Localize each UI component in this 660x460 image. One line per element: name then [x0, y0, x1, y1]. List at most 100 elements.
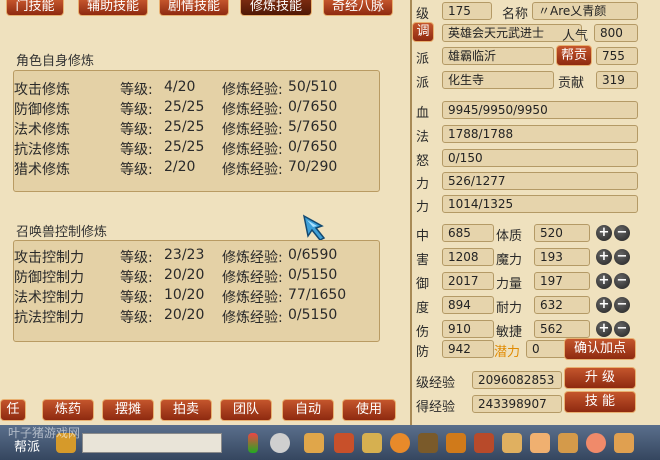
title-button[interactable]: 调 [412, 22, 434, 42]
cultivation-row[interactable]: 法术控制力 等级: 10/20 修炼经验: 77/1650 [14, 287, 381, 307]
tab-story-skills[interactable]: 剧情技能 [159, 0, 229, 16]
exp-label: 修炼经验: [222, 270, 283, 286]
attribute-value: 193 [534, 248, 590, 266]
minus-icon[interactable]: − [614, 273, 630, 289]
cultivation-row[interactable]: 猎术修炼 等级: 2/20 修炼经验: 70/290 [14, 159, 381, 179]
faction-contribution-button[interactable]: 帮贡 [556, 45, 592, 66]
level-label: 等级: [120, 82, 153, 98]
upgrade-button[interactable]: 升 级 [564, 367, 636, 389]
exp-label: 修炼经验: [222, 122, 283, 138]
watermark-text: 叶子猪游戏网 [8, 426, 81, 440]
mail-icon[interactable] [502, 433, 522, 453]
level-value: 175 [442, 2, 492, 20]
cultivation-row[interactable]: 攻击控制力 等级: 23/23 修炼经验: 0/6590 [14, 247, 381, 267]
level-label: 等级: [120, 142, 153, 158]
exp-value: 0/7650 [288, 99, 338, 115]
attribute-value: 197 [534, 272, 590, 290]
upgrade-exp-label: 级经验 [416, 376, 456, 391]
exp-label: 修炼经验: [222, 162, 283, 178]
action-button[interactable]: 拍卖 [160, 399, 212, 421]
skills-button[interactable]: 技 能 [564, 391, 636, 413]
cultivation-name: 抗法修炼 [14, 142, 70, 158]
cultivation-name: 猎术修炼 [14, 162, 70, 178]
item-bag-icon[interactable] [362, 433, 382, 453]
stat-value: 894 [442, 296, 494, 314]
exp-value: 50/510 [288, 79, 338, 95]
mp-label: 法 [416, 130, 430, 145]
level-value: 2/20 [164, 159, 196, 175]
plus-icon[interactable]: + [596, 297, 612, 313]
attribute-label: 魔力 [496, 253, 523, 268]
pet-icon[interactable] [446, 433, 466, 453]
cultivation-row[interactable]: 攻击修炼 等级: 4/20 修炼经验: 50/510 [14, 79, 381, 99]
level-value: 23/23 [164, 247, 205, 263]
chat-input[interactable] [82, 433, 222, 453]
confirm-points-button[interactable]: 确认加点 [564, 338, 636, 360]
cultivation-row[interactable]: 法术修炼 等级: 25/25 修炼经验: 5/7650 [14, 119, 381, 139]
cultivation-row[interactable]: 抗法控制力 等级: 20/20 修炼经验: 0/5150 [14, 307, 381, 327]
title-value: 英雄会天元武进士 [442, 24, 582, 42]
contribution-value: 755 [596, 47, 638, 65]
plus-icon[interactable]: + [596, 273, 612, 289]
faction-value: 雄霸临沂 [442, 47, 554, 65]
cultivation-name: 法术控制力 [14, 290, 84, 306]
level-label: 级 [416, 7, 430, 22]
self-cultivation-title: 角色自身修炼 [16, 54, 95, 69]
merit-label: 贡献 [558, 76, 585, 91]
pet-face-icon[interactable] [270, 433, 290, 453]
school-label: 派 [416, 76, 430, 91]
minus-icon[interactable]: − [614, 321, 630, 337]
minus-icon[interactable]: − [614, 297, 630, 313]
minus-icon[interactable]: − [614, 249, 630, 265]
level-value: 25/25 [164, 99, 205, 115]
stat-label: 度 [416, 301, 430, 316]
exp-label: 修炼经验: [222, 142, 283, 158]
stat-label: 害 [416, 253, 430, 268]
action-button[interactable]: 使用 [342, 399, 396, 421]
school-value: 化生寺 [442, 71, 554, 89]
attribute-label: 敏捷 [496, 325, 523, 340]
action-button[interactable]: 自动 [282, 399, 334, 421]
cultivation-row[interactable]: 防御控制力 等级: 20/20 修炼经验: 0/5150 [14, 267, 381, 287]
attack-icon[interactable] [304, 433, 324, 453]
tab-school-skills[interactable]: 门技能 [6, 0, 64, 16]
friends-icon[interactable] [418, 433, 438, 453]
peach-icon[interactable] [586, 433, 606, 453]
hp-value: 9945/9950/9950 [442, 101, 638, 119]
cultivation-name: 防御控制力 [14, 270, 84, 286]
stat-value: 910 [442, 320, 494, 338]
name-value: 〃Are乂青颜 [532, 2, 638, 20]
signal-indicator-icon [248, 433, 258, 453]
system-icon[interactable] [614, 433, 634, 453]
attribute-value: 632 [534, 296, 590, 314]
faction-label: 派 [416, 52, 430, 67]
level-value: 20/20 [164, 307, 205, 323]
attribute-label: 体质 [496, 229, 523, 244]
exp-value: 77/1650 [288, 287, 347, 303]
action-button[interactable]: 任 [0, 399, 26, 421]
cultivation-row[interactable]: 抗法修炼 等级: 25/25 修炼经验: 0/7650 [14, 139, 381, 159]
energy-label: 力 [416, 200, 430, 215]
tab-meridians[interactable]: 奇经八脉 [323, 0, 393, 16]
gift-icon[interactable] [390, 433, 410, 453]
game-taskbar: 帮派 [0, 425, 660, 460]
popularity-label: 人气 [562, 29, 589, 44]
action-button[interactable]: 团队 [220, 399, 272, 421]
treasure-chest-icon[interactable] [334, 433, 354, 453]
cultivation-row[interactable]: 防御修炼 等级: 25/25 修炼经验: 0/7650 [14, 99, 381, 119]
plus-icon[interactable]: + [596, 225, 612, 241]
cultivation-name: 防御修炼 [14, 102, 70, 118]
plus-icon[interactable]: + [596, 321, 612, 337]
action-button[interactable]: 摆摊 [102, 399, 154, 421]
gained-exp-label: 得经验 [416, 400, 456, 415]
exp-label: 修炼经验: [222, 82, 283, 98]
tab-cultivation-skills[interactable]: 修炼技能 [240, 0, 312, 16]
task-icon[interactable] [474, 433, 494, 453]
team-icon[interactable] [530, 433, 550, 453]
minus-icon[interactable]: − [614, 225, 630, 241]
exp-label: 修炼经验: [222, 102, 283, 118]
plus-icon[interactable]: + [596, 249, 612, 265]
guild-icon[interactable] [558, 433, 578, 453]
tab-auxiliary-skills[interactable]: 辅助技能 [78, 0, 148, 16]
action-button[interactable]: 炼药 [42, 399, 94, 421]
